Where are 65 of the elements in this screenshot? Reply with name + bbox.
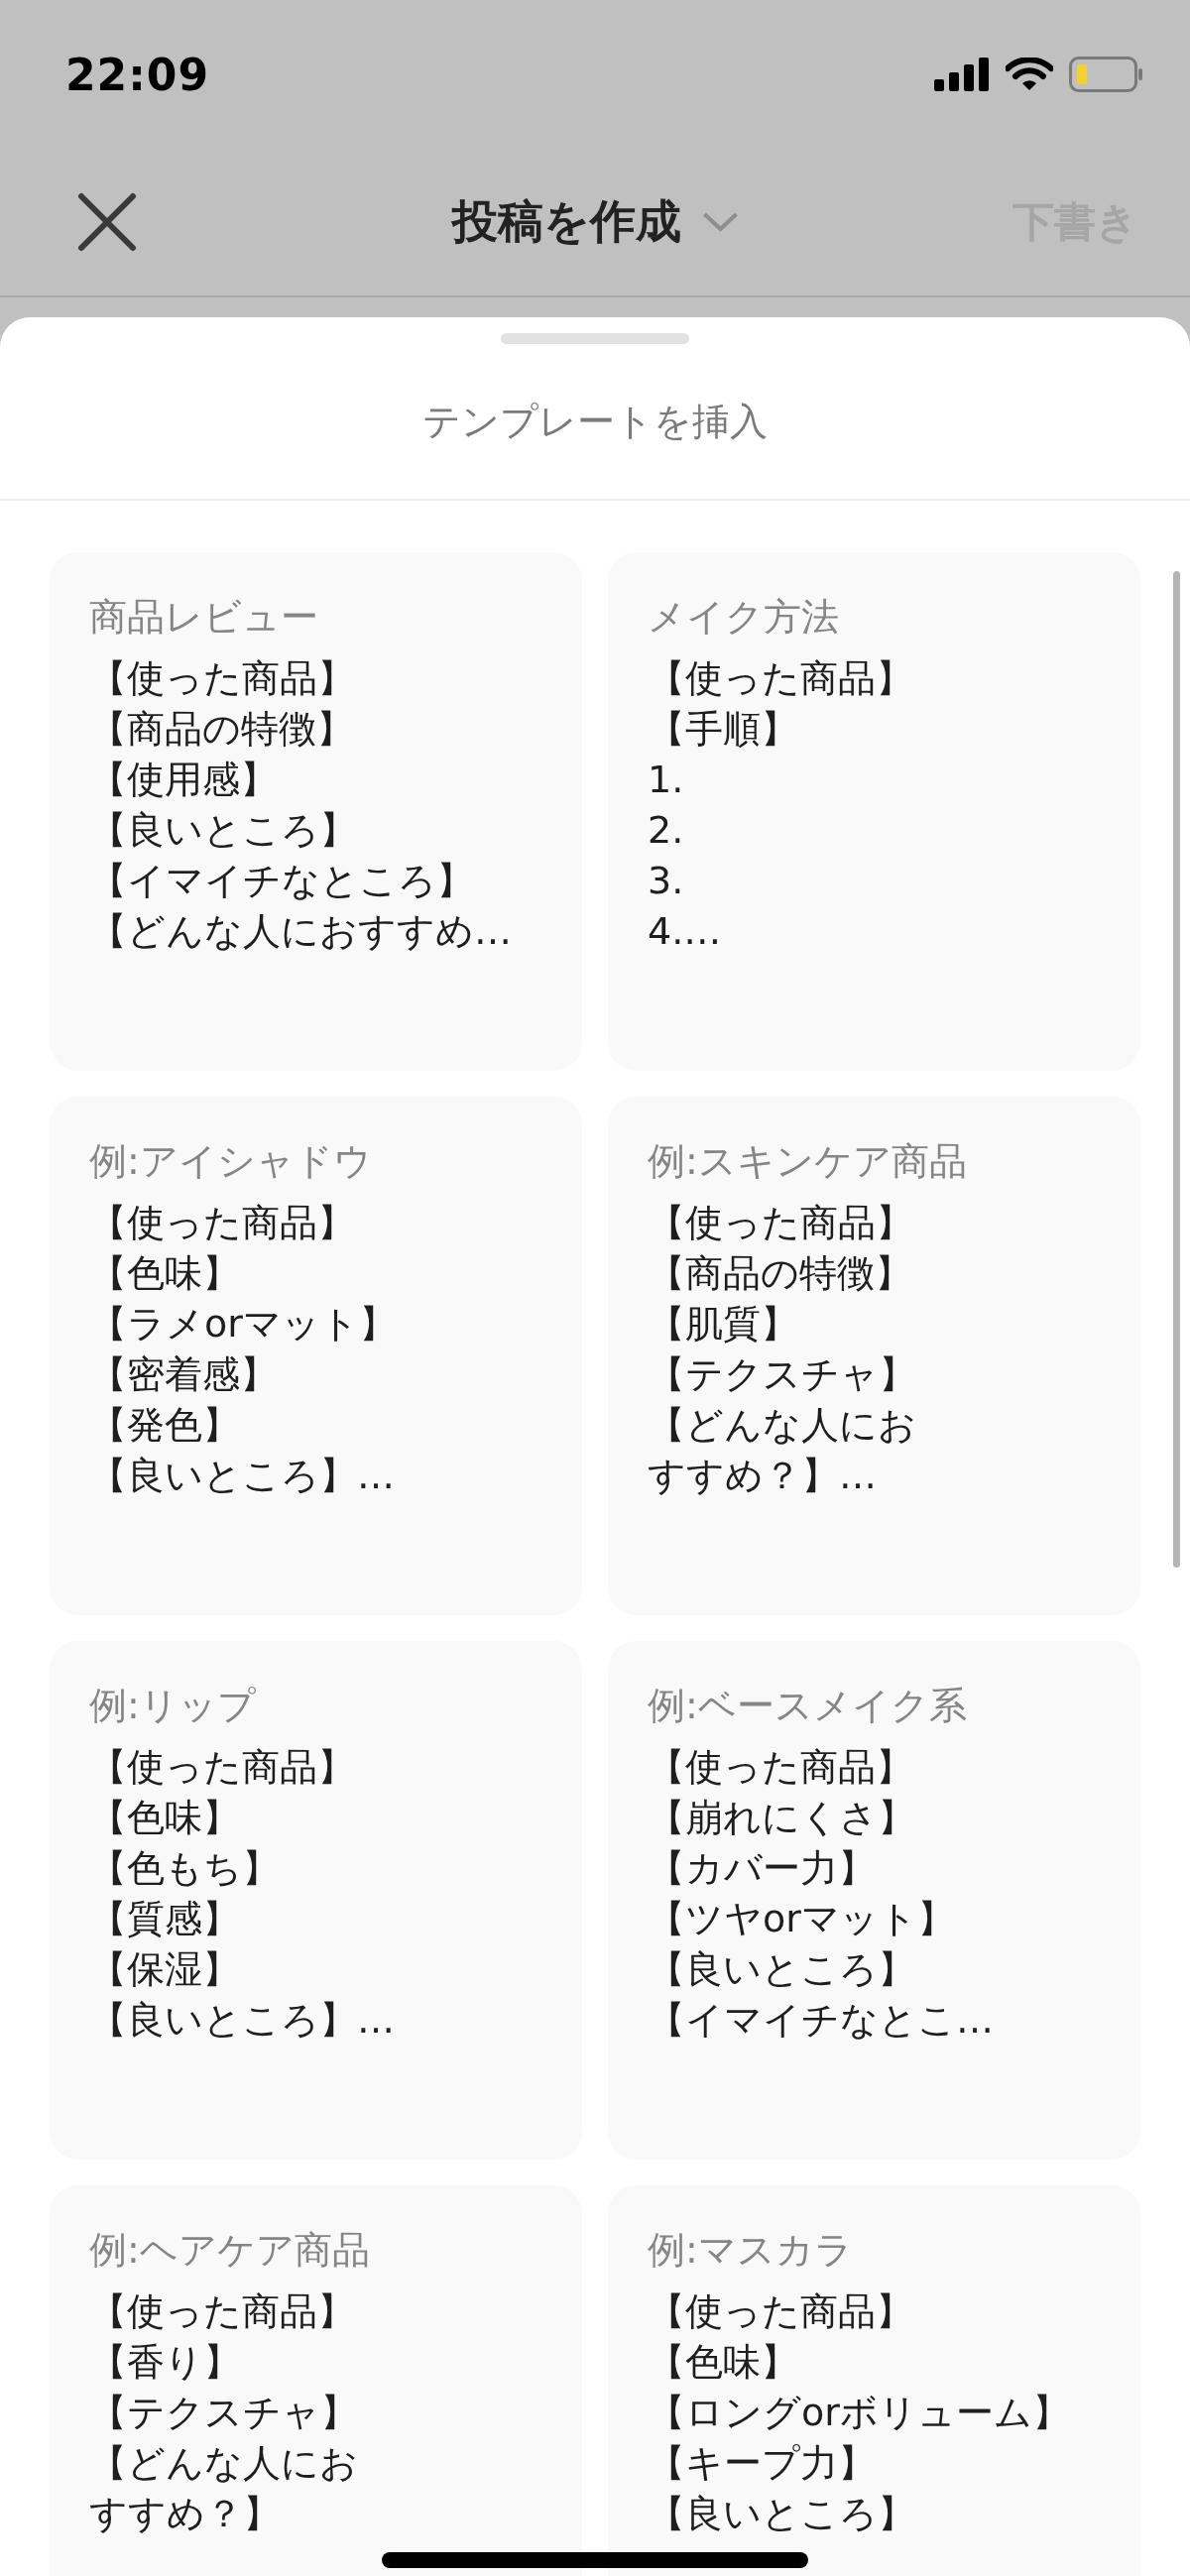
template-line: 【ロングorボリューム】 [648, 2390, 1070, 2436]
template-line: 【発色】 [89, 1402, 240, 1449]
template-title: 例:スキンケア商品 [648, 1138, 968, 1185]
template-line: 【どんな人にお [648, 1402, 916, 1449]
template-line: 【テクスチャ】 [89, 2390, 358, 2436]
template-line: 【商品の特徴】 [89, 706, 354, 753]
template-line: 【カバー力】 [648, 1845, 876, 1892]
template-line: 【香り】 [89, 2339, 241, 2386]
template-line: 【使った商品】 [648, 1744, 913, 1791]
template-card[interactable]: 商品レビュー 【使った商品】 【商品の特徴】 【使用感】 【良いところ】 【イマイチなところ】 【どんな人におすすめ… [50, 552, 582, 1071]
template-line: 【イマイチなとこ… [648, 1997, 994, 2044]
template-title: 例:ベースメイク系 [648, 1683, 968, 1729]
template-line: 【肌質】 [648, 1301, 798, 1347]
template-line: 【崩れにくさ】 [648, 1795, 915, 1841]
template-line: 【商品の特徴】 [648, 1250, 912, 1297]
template-line: 【使った商品】 [648, 1200, 913, 1246]
template-line: 【キープ力】 [648, 2440, 876, 2487]
template-line: 【良いところ】… [89, 1453, 395, 1499]
template-line: 【色味】 [89, 1250, 240, 1297]
template-line: 【良いところ】 [648, 2491, 915, 2537]
template-line: 2. [648, 807, 684, 854]
template-line: 1. [648, 757, 684, 803]
template-line: 【テクスチャ】 [648, 1351, 916, 1398]
template-line: すすめ？】… [648, 1453, 877, 1499]
template-line: 【色味】 [648, 2339, 798, 2386]
template-title: 例:ヘアケア商品 [89, 2227, 371, 2274]
template-line: すすめ？】 [89, 2491, 281, 2537]
template-line: 【どんな人にお [89, 2440, 358, 2487]
template-title: 商品レビュー [89, 594, 319, 641]
template-line: 4.… [648, 908, 722, 955]
template-card[interactable]: 例:リップ 【使った商品】 【色味】 【色もち】 【質感】 【保湿】 【良いところ】… [50, 1641, 582, 2160]
template-line: 【使った商品】 [648, 2288, 913, 2335]
template-card[interactable]: 例:マスカラ 【使った商品】 【色味】 【ロングorボリューム】 【キープ力】 【良いところ】 [608, 2185, 1140, 2576]
template-line: 【色味】 [89, 1795, 240, 1841]
template-line: 【手順】 [648, 706, 798, 753]
template-line: 【ラメorマット】 [89, 1301, 397, 1347]
template-title: 例:アイシャドウ [89, 1138, 373, 1185]
template-line: 【使った商品】 [89, 2288, 355, 2335]
sheet-title: テンプレートを挿入 [422, 398, 768, 445]
template-card[interactable]: メイク方法 【使った商品】 【手順】 1. 2. 3. 4.… [608, 552, 1140, 1071]
template-line: 【色もち】 [89, 1845, 280, 1892]
template-title: メイク方法 [648, 594, 840, 641]
template-line: 【使った商品】 [89, 1200, 355, 1246]
template-line: 【ツヤorマット】 [648, 1896, 955, 1942]
template-card[interactable]: 例:ベースメイク系 【使った商品】 【崩れにくさ】 【カバー力】 【ツヤorマット】 【良いところ】 【イマイチなとこ… [608, 1641, 1140, 2160]
template-line: 【密着感】 [89, 1351, 278, 1398]
template-line: 【イマイチなところ】 [89, 858, 474, 904]
template-line: 【良いところ】… [89, 1997, 395, 2044]
template-line: 【使った商品】 [89, 655, 355, 702]
template-card[interactable]: 例:スキンケア商品 【使った商品】 【商品の特徴】 【肌質】 【テクスチャ】 【どんな人にお すすめ？】… [608, 1097, 1140, 1615]
template-line: 【使った商品】 [648, 655, 913, 702]
template-line: 【使用感】 [89, 757, 278, 803]
template-card[interactable]: 例:ヘアケア商品 【使った商品】 【香り】 【テクスチャ】 【どんな人にお すすめ？】 [50, 2185, 582, 2576]
template-card[interactable]: 例:アイシャドウ 【使った商品】 【色味】 【ラメorマット】 【密着感】 【発色】 【良いところ】… [50, 1097, 582, 1615]
template-line: 【良いところ】 [89, 807, 357, 854]
template-line: 【質感】 [89, 1896, 240, 1942]
template-line: 【良いところ】 [648, 1946, 915, 1993]
template-line: 3. [648, 858, 684, 904]
template-line: 【どんな人におすすめ… [89, 908, 512, 955]
template-title: 例:マスカラ [648, 2227, 854, 2274]
post-type-dropdown[interactable]: 投稿を作成 [451, 191, 739, 253]
template-line: 【使った商品】 [89, 1744, 355, 1791]
template-line: 【保湿】 [89, 1946, 240, 1993]
status-time: 22:09 [65, 49, 210, 100]
template-title: 例:リップ [89, 1683, 257, 1729]
